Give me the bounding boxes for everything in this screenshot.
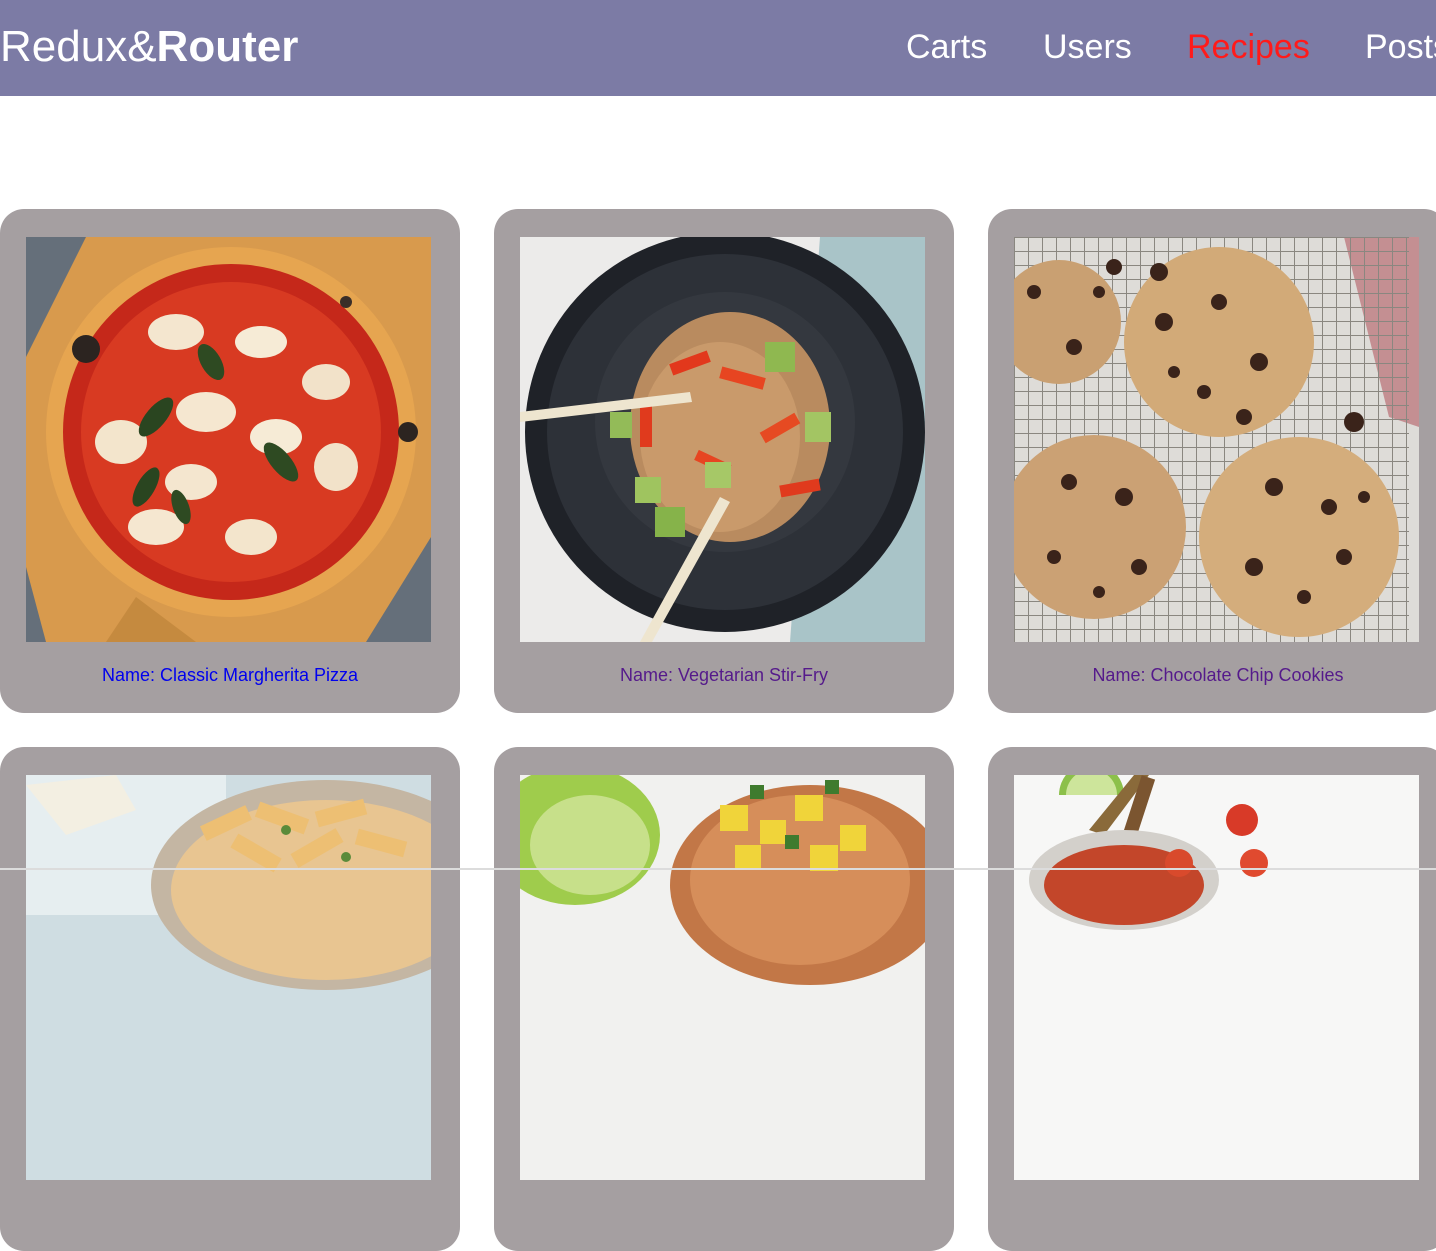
stir-fry-photo[interactable] bbox=[520, 237, 925, 642]
nav-link-users[interactable]: Users bbox=[1043, 26, 1132, 68]
brand-logo[interactable]: Redux&Router bbox=[0, 22, 298, 72]
salsa-photo[interactable] bbox=[1014, 775, 1419, 1180]
salad-photo[interactable] bbox=[520, 775, 925, 1180]
nav-link-posts[interactable]: Posts bbox=[1365, 26, 1436, 68]
pasta-photo[interactable] bbox=[26, 775, 431, 1180]
brand-regular: Redux& bbox=[0, 22, 157, 71]
recipe-name-link[interactable]: Name: Chocolate Chip Cookies bbox=[988, 664, 1436, 686]
recipe-card-vegetarian-stir-fry[interactable]: Name: Vegetarian Stir-Fry bbox=[494, 209, 954, 713]
recipe-card-margherita-pizza[interactable]: Name: Classic Margherita Pizza bbox=[0, 209, 460, 713]
recipe-card[interactable] bbox=[494, 747, 954, 1251]
recipe-card[interactable] bbox=[988, 747, 1436, 1251]
recipe-card[interactable] bbox=[0, 747, 460, 1251]
pizza-photo[interactable] bbox=[26, 237, 431, 642]
recipe-name-link[interactable]: Name: Vegetarian Stir-Fry bbox=[494, 664, 954, 686]
top-navbar: Redux&Router Carts Users Recipes Posts bbox=[0, 0, 1436, 96]
cookies-photo[interactable] bbox=[1014, 237, 1419, 642]
recipe-card-chocolate-chip-cookies[interactable]: Name: Chocolate Chip Cookies bbox=[988, 209, 1436, 713]
recipe-name-link[interactable]: Name: Classic Margherita Pizza bbox=[0, 664, 460, 686]
nav-link-recipes[interactable]: Recipes bbox=[1187, 26, 1310, 68]
nav-link-carts[interactable]: Carts bbox=[906, 26, 987, 68]
brand-bold: Router bbox=[156, 22, 299, 71]
